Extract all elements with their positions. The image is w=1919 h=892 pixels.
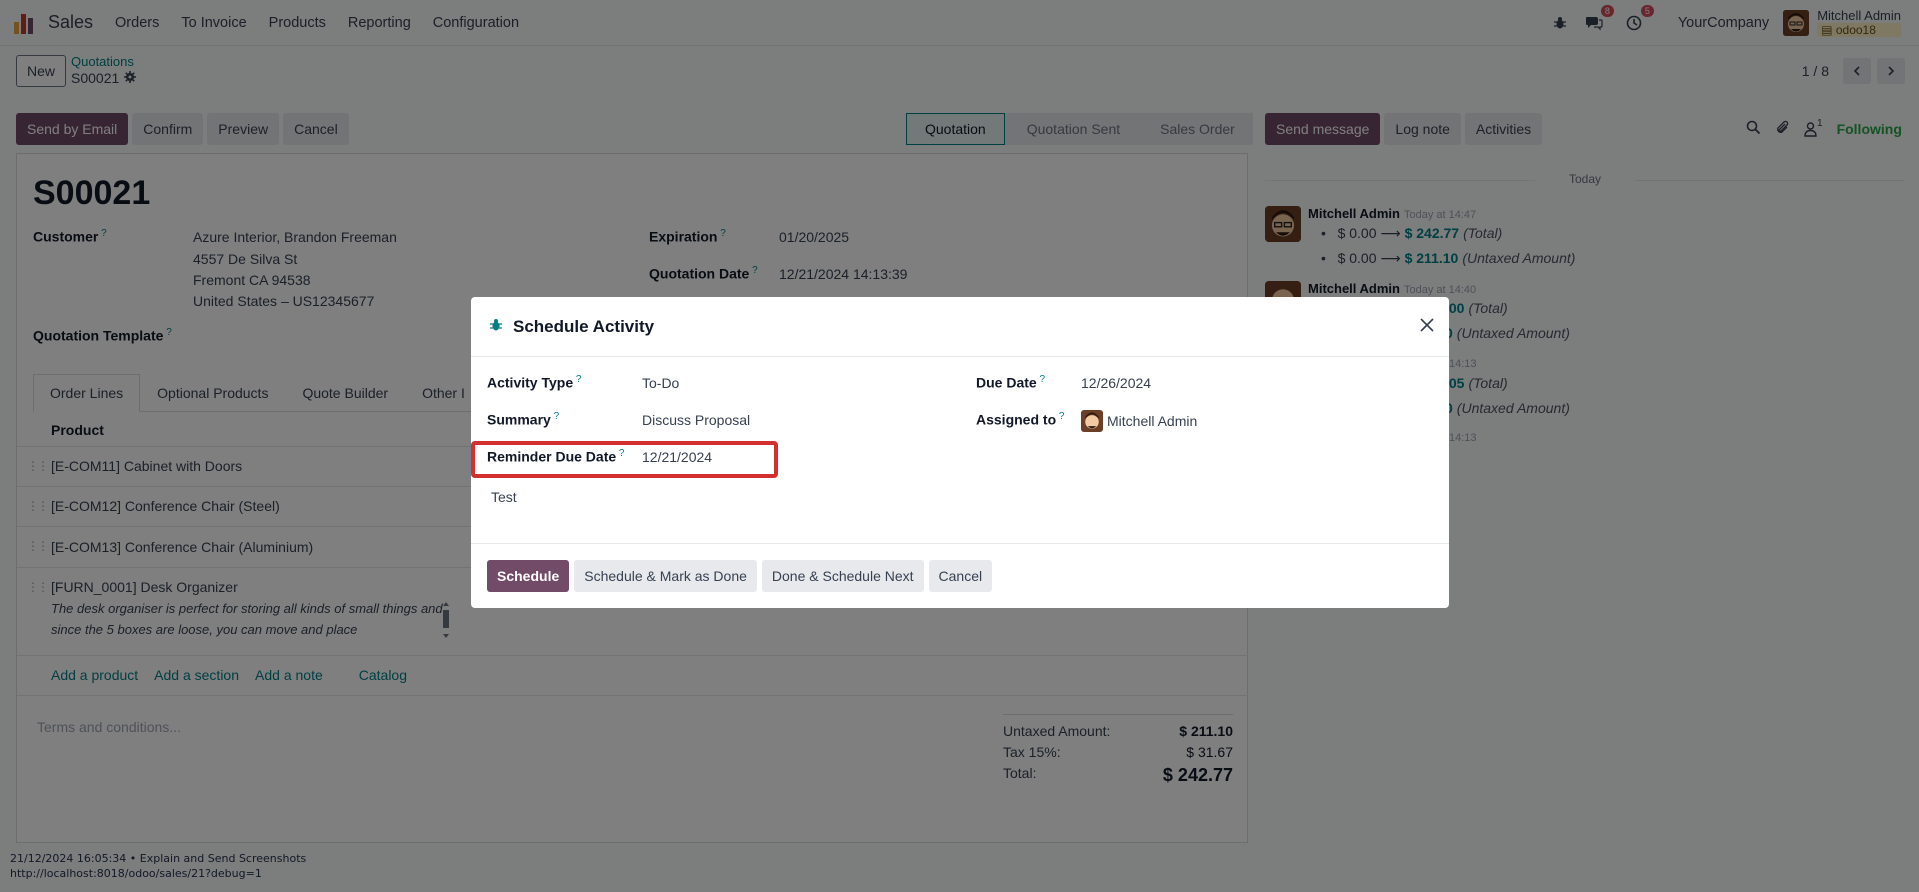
assigned-to-field[interactable]: Mitchell Admin (1081, 410, 1197, 432)
dialog-cancel-button[interactable]: Cancel (928, 560, 993, 592)
due-date-label: Due Date ? (976, 374, 1046, 391)
dialog-title: Schedule Activity (513, 316, 655, 336)
bug-icon (489, 318, 503, 335)
reminder-due-date-field[interactable]: 12/21/2024 (642, 449, 712, 465)
note-field[interactable]: Test (491, 489, 517, 505)
assigned-to-label: Assigned to ? (976, 411, 1065, 428)
summary-field[interactable]: Discuss Proposal (642, 412, 750, 428)
activity-type-field[interactable]: To-Do (642, 375, 679, 391)
assignee-name: Mitchell Admin (1107, 413, 1198, 429)
dialog-footer: Schedule Schedule & Mark as Done Done & … (471, 543, 1449, 608)
footnote-timestamp: 21/12/2024 16:05:34 • Explain and Send S… (10, 852, 307, 865)
schedule-activity-dialog: Schedule Activity Activity Type ? To-Do … (471, 297, 1449, 608)
schedule-button[interactable]: Schedule (487, 560, 570, 592)
activity-type-label: Activity Type ? (487, 374, 582, 391)
dialog-header: Schedule Activity (471, 297, 1449, 357)
summary-label: Summary ? (487, 411, 560, 428)
done-schedule-next-button[interactable]: Done & Schedule Next (761, 560, 924, 592)
screenshot-footnote: 21/12/2024 16:05:34 • Explain and Send S… (10, 851, 306, 881)
close-icon[interactable] (1419, 313, 1435, 339)
schedule-mark-done-button[interactable]: Schedule & Mark as Done (574, 560, 757, 592)
assignee-avatar (1081, 410, 1103, 432)
reminder-due-date-label: Reminder Due Date ? (487, 448, 625, 465)
due-date-field[interactable]: 12/26/2024 (1081, 375, 1151, 391)
footnote-url: http://localhost:8018/odoo/sales/21?debu… (10, 867, 262, 880)
